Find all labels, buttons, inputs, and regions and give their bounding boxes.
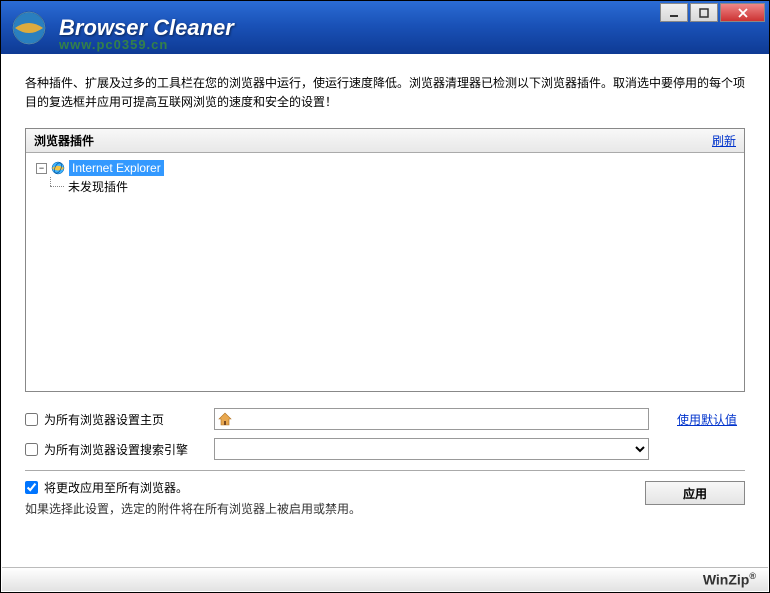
apply-hint: 如果选择此设置，选定的附件将在所有浏览器上被启用或禁用。 [25, 500, 361, 517]
homepage-checkbox[interactable] [25, 413, 38, 426]
content-area: 各种插件、扩展及过多的工具栏在您的浏览器中运行，使运行速度降低。浏览器清理器已检… [1, 54, 769, 517]
search-select-wrap [214, 438, 649, 460]
apply-all-checkbox[interactable] [25, 481, 38, 494]
panel-title: 浏览器插件 [34, 132, 94, 149]
homepage-checkbox-label[interactable]: 为所有浏览器设置主页 [25, 411, 214, 428]
homepage-label-text: 为所有浏览器设置主页 [44, 411, 214, 428]
panel-header: 浏览器插件 刷新 [26, 128, 744, 153]
homepage-input[interactable] [237, 410, 646, 428]
search-checkbox[interactable] [25, 443, 38, 456]
minimize-button[interactable] [660, 3, 688, 22]
description-text: 各种插件、扩展及过多的工具栏在您的浏览器中运行，使运行速度降低。浏览器清理器已检… [25, 74, 745, 112]
window-controls [660, 3, 765, 22]
settings-area: 为所有浏览器设置主页 使用默认值 为所有浏览器设置搜索引擎 [25, 406, 745, 517]
footer: WinZip® [2, 567, 768, 591]
watermark-text: www.pc0359.cn [59, 37, 168, 52]
close-button[interactable] [720, 3, 765, 22]
refresh-link[interactable]: 刷新 [712, 132, 736, 149]
tree-root-ie[interactable]: − Internet Explorer [30, 159, 740, 177]
search-label-text: 为所有浏览器设置搜索引擎 [44, 441, 214, 458]
apply-button[interactable]: 应用 [645, 481, 745, 505]
brand-label: WinZip® [703, 571, 756, 588]
apply-all-wrap[interactable]: 将更改应用至所有浏览器。 [25, 479, 361, 496]
collapse-icon[interactable]: − [36, 163, 47, 174]
homepage-input-wrap [214, 408, 649, 430]
search-engine-row: 为所有浏览器设置搜索引擎 [25, 436, 745, 462]
tree-child-empty: 未发现插件 [30, 177, 740, 195]
plugin-tree[interactable]: − Internet Explorer 未发现插件 [26, 153, 744, 391]
app-icon [11, 10, 47, 46]
use-default-link[interactable]: 使用默认值 [677, 411, 745, 428]
apply-all-label: 将更改应用至所有浏览器。 [44, 479, 188, 496]
search-engine-select[interactable] [214, 438, 649, 460]
tree-child-label: 未发现插件 [68, 178, 128, 195]
search-checkbox-label[interactable]: 为所有浏览器设置搜索引擎 [25, 441, 214, 458]
bottom-row: 将更改应用至所有浏览器。 如果选择此设置，选定的附件将在所有浏览器上被启用或禁用… [25, 479, 745, 517]
tree-root-label[interactable]: Internet Explorer [69, 160, 164, 176]
titlebar: Browser Cleaner www.pc0359.cn [1, 1, 769, 54]
bottom-left: 将更改应用至所有浏览器。 如果选择此设置，选定的附件将在所有浏览器上被启用或禁用… [25, 479, 361, 517]
maximize-button[interactable] [690, 3, 718, 22]
ie-icon [51, 161, 65, 175]
home-icon [217, 411, 233, 427]
plugins-panel: 浏览器插件 刷新 − Internet Explorer 未发现插件 [25, 128, 745, 392]
homepage-row: 为所有浏览器设置主页 使用默认值 [25, 406, 745, 432]
divider [25, 470, 745, 471]
